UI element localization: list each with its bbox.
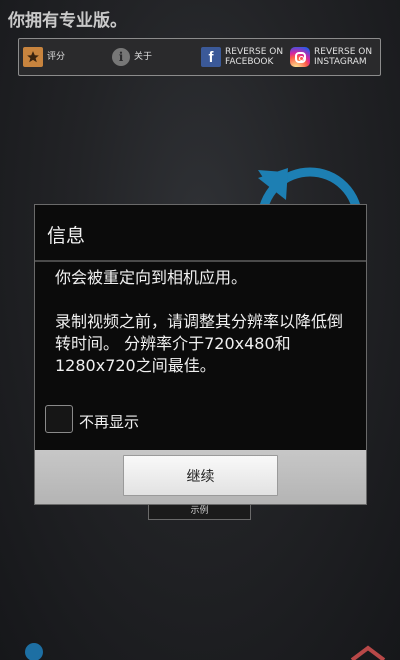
info-icon: i	[112, 48, 130, 66]
dont-show-again-checkbox[interactable]	[45, 405, 73, 433]
corner-chevron-icon	[350, 645, 386, 660]
dialog-divider	[35, 260, 366, 262]
example-tab[interactable]: 示例	[148, 504, 251, 520]
about-label: 关于	[134, 52, 153, 62]
corner-blob	[25, 643, 43, 660]
about-button[interactable]: i 关于	[112, 39, 152, 75]
instagram-button[interactable]: REVERSE ON INSTAGRAM	[290, 39, 372, 75]
dialog-title: 信息	[47, 225, 86, 247]
dont-show-again-label[interactable]: 不再显示	[79, 411, 139, 432]
info-dialog: 信息 你会被重定向到相机应用。 录制视频之前，请调整其分辨率以降低倒转时间。 分…	[34, 204, 367, 505]
facebook-icon: f	[201, 47, 221, 67]
dialog-button-bar: 继续	[35, 450, 366, 504]
facebook-button[interactable]: f REVERSE ON FACEBOOK	[201, 39, 283, 75]
facebook-label: REVERSE ON FACEBOOK	[225, 47, 284, 67]
pro-version-banner: 你拥有专业版。	[8, 11, 127, 31]
dialog-message: 你会被重定向到相机应用。 录制视频之前，请调整其分辨率以降低倒转时间。 分辨率介…	[55, 268, 344, 375]
rate-label: 评分	[47, 52, 66, 62]
instagram-label: REVERSE ON INSTAGRAM	[314, 47, 373, 67]
instagram-icon	[290, 47, 310, 67]
top-toolbar: 评分 i 关于 f REVERSE ON FACEBOOK REVERSE ON…	[18, 38, 381, 76]
rate-button[interactable]: 评分	[23, 39, 65, 75]
continue-button[interactable]: 继续	[123, 455, 278, 496]
star-icon	[23, 47, 43, 67]
